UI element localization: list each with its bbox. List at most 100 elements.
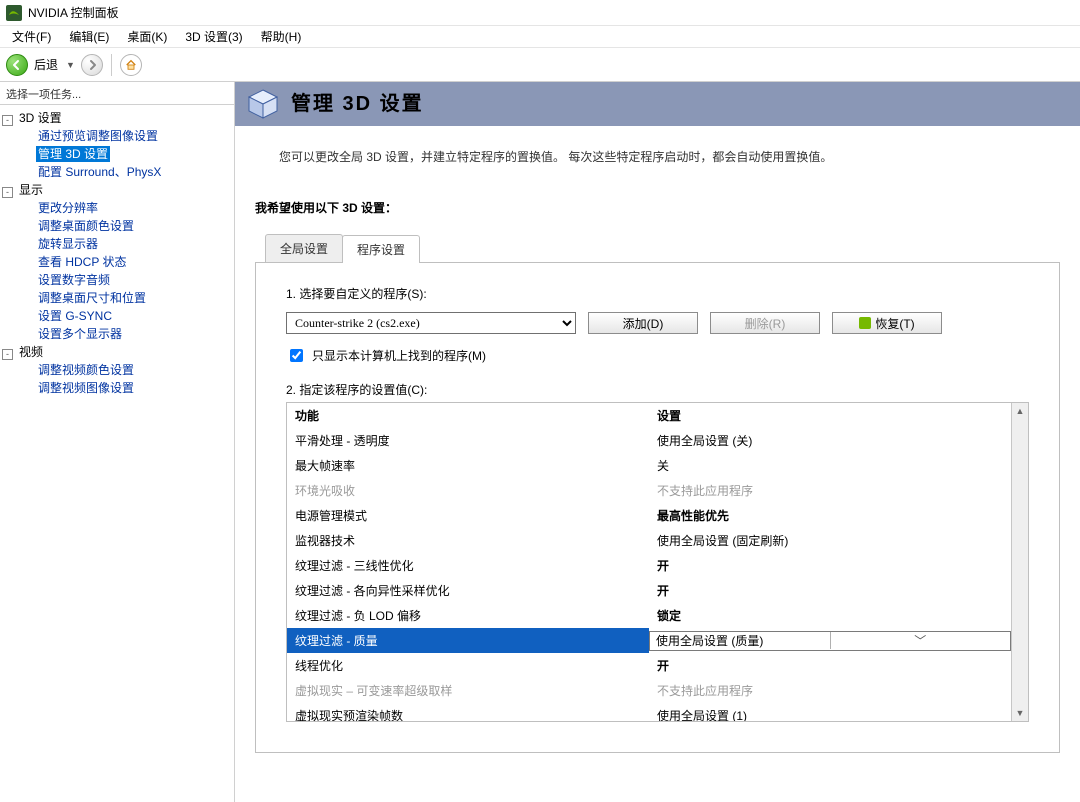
table-row[interactable]: 纹理过滤 - 三线性优化开 <box>287 553 1011 578</box>
scroll-down-icon[interactable]: ▼ <box>1012 705 1028 721</box>
tree-item[interactable]: 设置数字音频 <box>36 272 112 288</box>
tab-global[interactable]: 全局设置 <box>265 234 343 262</box>
window-title: NVIDIA 控制面板 <box>28 4 119 21</box>
feature-cell: 平滑处理 - 透明度 <box>287 428 649 453</box>
feature-cell: 监视器技术 <box>287 528 649 553</box>
table-row[interactable]: 线程优化开 <box>287 653 1011 678</box>
page-intro: 您可以更改全局 3D 设置，并建立特定程序的置换值。 每次这些特定程序启动时，都… <box>235 126 1080 191</box>
col-feature: 功能 <box>287 403 649 428</box>
tab-program-pane: 1. 选择要自定义的程序(S): Counter-strike 2 (cs2.e… <box>255 263 1060 753</box>
home-button[interactable] <box>120 54 142 76</box>
back-dropdown-icon[interactable]: ▼ <box>66 60 75 70</box>
value-cell[interactable]: 使用全局设置 (质量)﹀ <box>649 628 1011 653</box>
tree-category[interactable]: 视频 <box>17 344 45 360</box>
table-row[interactable]: 纹理过滤 - 负 LOD 偏移锁定 <box>287 603 1011 628</box>
add-button[interactable]: 添加(D) <box>588 312 698 334</box>
value-cell[interactable]: 最高性能优先 <box>649 503 1011 528</box>
value-cell[interactable]: 使用全局设置 (固定刷新) <box>649 528 1011 553</box>
banner-icon <box>245 86 281 122</box>
only-local-checkbox[interactable]: 只显示本计算机上找到的程序(M) <box>286 346 1029 365</box>
tab-program[interactable]: 程序设置 <box>342 235 420 263</box>
scroll-up-icon[interactable]: ▲ <box>1012 403 1028 419</box>
tree-item[interactable]: 调整视频颜色设置 <box>36 362 136 378</box>
settings-table[interactable]: 功能 设置 平滑处理 - 透明度使用全局设置 (关)最大帧速率关环境光吸收不支持… <box>287 403 1011 721</box>
value-cell[interactable]: 不支持此应用程序 <box>649 678 1011 703</box>
menu-file[interactable]: 文件(F) <box>4 26 59 47</box>
value-cell[interactable]: 使用全局设置 (关) <box>649 428 1011 453</box>
main-pane: 管理 3D 设置 您可以更改全局 3D 设置，并建立特定程序的置换值。 每次这些… <box>235 82 1080 802</box>
table-row[interactable]: 平滑处理 - 透明度使用全局设置 (关) <box>287 428 1011 453</box>
tree-item[interactable]: 查看 HDCP 状态 <box>36 254 128 270</box>
restore-button[interactable]: 恢复(T) <box>832 312 942 334</box>
value-cell[interactable]: 开 <box>649 653 1011 678</box>
feature-cell: 电源管理模式 <box>287 503 649 528</box>
table-row[interactable]: 纹理过滤 - 质量使用全局设置 (质量)﹀ <box>287 628 1011 653</box>
chevron-down-icon[interactable]: ﹀ <box>830 632 1011 649</box>
app-icon <box>6 5 22 21</box>
tree-item[interactable]: 设置 G-SYNC <box>36 308 114 324</box>
value-cell[interactable]: 使用全局设置 (1) <box>649 703 1011 721</box>
menu-help[interactable]: 帮助(H) <box>253 26 310 47</box>
only-local-label: 只显示本计算机上找到的程序(M) <box>312 347 486 364</box>
banner: 管理 3D 设置 <box>235 82 1080 126</box>
feature-cell: 纹理过滤 - 三线性优化 <box>287 553 649 578</box>
menu-desktop[interactable]: 桌面(K) <box>119 26 175 47</box>
feature-cell: 环境光吸收 <box>287 478 649 503</box>
value-cell[interactable]: 不支持此应用程序 <box>649 478 1011 503</box>
table-row[interactable]: 虚拟现实预渲染帧数使用全局设置 (1) <box>287 703 1011 721</box>
remove-button: 删除(R) <box>710 312 820 334</box>
table-row[interactable]: 电源管理模式最高性能优先 <box>287 503 1011 528</box>
tree-category[interactable]: 显示 <box>17 182 45 198</box>
forward-button[interactable] <box>81 54 103 76</box>
value-cell[interactable]: 开 <box>649 553 1011 578</box>
value-cell[interactable]: 锁定 <box>649 603 1011 628</box>
value-dropdown[interactable]: 使用全局设置 (质量)﹀ <box>649 631 1011 651</box>
tree-toggle[interactable]: - <box>2 187 13 198</box>
sidebar-header: 选择一项任务... <box>0 82 234 105</box>
tree-item[interactable]: 调整桌面尺寸和位置 <box>36 290 148 306</box>
tree-toggle[interactable]: - <box>2 115 13 126</box>
tree-item[interactable]: 调整桌面颜色设置 <box>36 218 136 234</box>
value-dropdown-label: 使用全局设置 (质量) <box>650 632 830 649</box>
back-button[interactable] <box>6 54 28 76</box>
step2-label: 2. 指定该程序的设置值(C): <box>286 381 1029 398</box>
tree-item[interactable]: 通过预览调整图像设置 <box>36 128 160 144</box>
only-local-input[interactable] <box>290 349 303 362</box>
feature-cell: 纹理过滤 - 质量 <box>287 628 649 653</box>
back-label: 后退 <box>34 56 58 73</box>
scroll-track[interactable] <box>1012 419 1028 705</box>
step1-label: 1. 选择要自定义的程序(S): <box>286 285 1029 302</box>
feature-cell: 纹理过滤 - 各向异性采样优化 <box>287 578 649 603</box>
menu-edit[interactable]: 编辑(E) <box>61 26 117 47</box>
titlebar: NVIDIA 控制面板 <box>0 0 1080 26</box>
sidebar: 选择一项任务... -3D 设置通过预览调整图像设置管理 3D 设置配置 Sur… <box>0 82 235 802</box>
menu-3d[interactable]: 3D 设置(3) <box>177 26 250 47</box>
tree-item[interactable]: 旋转显示器 <box>36 236 100 252</box>
tree-item[interactable]: 更改分辨率 <box>36 200 100 216</box>
value-cell[interactable]: 开 <box>649 578 1011 603</box>
tree-toggle[interactable]: - <box>2 349 13 360</box>
table-row[interactable]: 监视器技术使用全局设置 (固定刷新) <box>287 528 1011 553</box>
table-row[interactable]: 纹理过滤 - 各向异性采样优化开 <box>287 578 1011 603</box>
tree-item[interactable]: 管理 3D 设置 <box>36 146 110 162</box>
value-cell[interactable]: 关 <box>649 453 1011 478</box>
restore-label: 恢复(T) <box>875 315 914 332</box>
toolbar-separator <box>111 54 112 76</box>
tree-item[interactable]: 设置多个显示器 <box>36 326 124 342</box>
tree-item[interactable]: 配置 Surround、PhysX <box>36 164 163 180</box>
col-setting: 设置 <box>649 403 1011 428</box>
tabs: 全局设置 程序设置 <box>255 234 1060 263</box>
nvidia-icon <box>859 317 871 329</box>
table-scrollbar[interactable]: ▲ ▼ <box>1011 403 1028 721</box>
table-row[interactable]: 最大帧速率关 <box>287 453 1011 478</box>
section-heading: 我希望使用以下 3D 设置： <box>255 199 1060 216</box>
feature-cell: 虚拟现实预渲染帧数 <box>287 703 649 721</box>
feature-cell: 虚拟现实 – 可变速率超级取样 <box>287 678 649 703</box>
table-row[interactable]: 虚拟现实 – 可变速率超级取样不支持此应用程序 <box>287 678 1011 703</box>
table-row[interactable]: 环境光吸收不支持此应用程序 <box>287 478 1011 503</box>
task-tree[interactable]: -3D 设置通过预览调整图像设置管理 3D 设置配置 Surround、Phys… <box>0 105 234 397</box>
tree-category[interactable]: 3D 设置 <box>17 110 64 126</box>
program-select[interactable]: Counter-strike 2 (cs2.exe) <box>286 312 576 334</box>
tree-item[interactable]: 调整视频图像设置 <box>36 380 136 396</box>
feature-cell: 最大帧速率 <box>287 453 649 478</box>
